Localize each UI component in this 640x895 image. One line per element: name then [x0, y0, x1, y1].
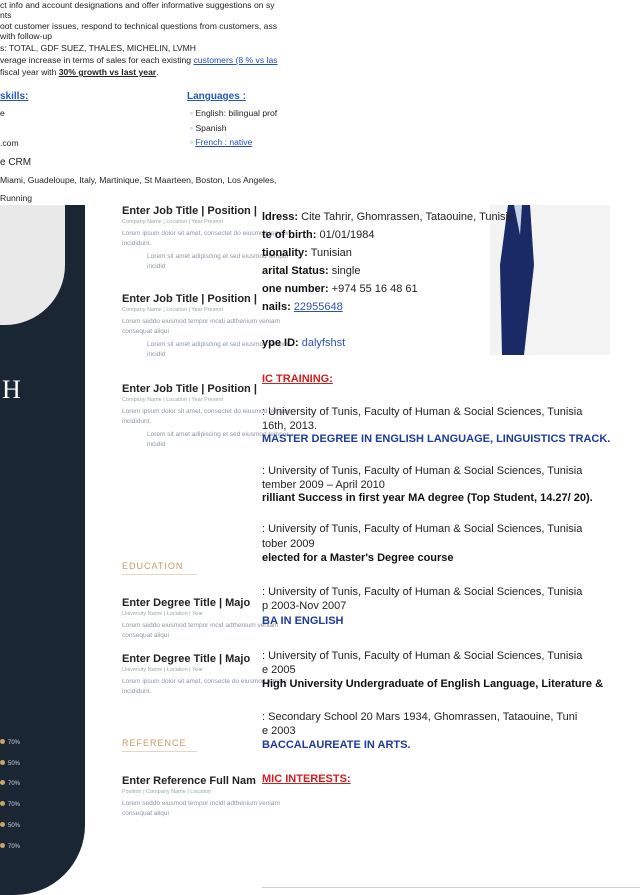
address-label: ldress:	[262, 211, 299, 223]
skype-value: dalyfshst	[298, 337, 346, 349]
marital-line: arital Status: single	[262, 265, 360, 277]
language-text: English: bilingual prof	[195, 108, 278, 118]
phone-line: one number: +974 55 16 48 61	[262, 283, 418, 295]
birth-value: 01/01/1984	[316, 229, 375, 241]
language-item: ◦ English: bilingual prof	[190, 108, 278, 118]
training-date: e 2003	[262, 725, 296, 737]
cv-personal-info: ldress: Cite Tahrir, Ghomrassen, Tataoui…	[262, 205, 640, 895]
skype-label: ype ID:	[262, 337, 299, 349]
training-institution: : University of Tunis, Faculty of Human …	[262, 586, 583, 598]
emails-label: nails:	[262, 301, 291, 313]
training-degree: BACCALAUREATE IN ARTS.	[262, 739, 411, 751]
name-initial: H	[2, 375, 22, 404]
training-degree: MASTER DEGREE IN ENGLISH LANGUAGE, LINGU…	[262, 433, 611, 445]
skill-percent: 70%	[8, 740, 21, 746]
text-line: nts	[0, 10, 12, 20]
growth-highlight: 30% growth vs last year	[58, 67, 157, 77]
skill-item: e	[0, 108, 5, 118]
text-segment: fiscal year with	[0, 67, 59, 77]
address-line: ldress: Cite Tahrir, Ghomrassen, Tataoui…	[262, 211, 514, 223]
training-institution: : Secondary School 20 Mars 1934, Ghomras…	[262, 711, 578, 723]
emails-link[interactable]: 22955648	[294, 301, 343, 313]
customers-link[interactable]: customers	[193, 55, 233, 65]
marital-value: single	[328, 265, 361, 277]
training-date: p 2003-Nov 2007	[262, 600, 347, 612]
text-line: fiscal year with 30% growth vs last year…	[0, 67, 159, 78]
birth-line: te of birth: 01/01/1984	[262, 229, 375, 241]
divider	[262, 887, 640, 888]
resume-template: H 70% 50% 70% 70% 50% 70% Enter Job Titl…	[0, 205, 300, 895]
resume-excerpt-top: ct info and account designations and off…	[0, 0, 278, 205]
text-line: with follow-up	[0, 31, 53, 41]
training-institution: : University of Tunis, Faculty of Human …	[262, 465, 583, 477]
skill-level: 50%	[0, 760, 20, 767]
hobby-line: Running	[0, 193, 33, 203]
skype-line: ype ID: dalyfshst	[262, 337, 345, 349]
address-value: Cite Tahrir, Ghomrassen, Tataouine, Tuni…	[298, 211, 515, 223]
interests-heading: MIC INTERESTS:	[262, 773, 351, 785]
phone-value: +974 55 16 48 61	[328, 283, 418, 295]
emails-line: nails: 22955648	[262, 301, 343, 313]
phone-label: one number:	[262, 283, 329, 295]
text-segment: (8 % vs las	[233, 55, 278, 65]
training-institution: : University of Tunis, Faculty of Human …	[262, 650, 583, 662]
text-segment: verage increase in terms of sales for ea…	[0, 55, 192, 65]
marital-label: arital Status:	[262, 265, 329, 277]
nationality-line: tionality: Tunisian	[262, 247, 352, 259]
skill-level: 70%	[0, 801, 20, 808]
text-line: ct info and account designations and off…	[0, 0, 275, 10]
training-date: tember 2009 – April 2010	[262, 479, 385, 491]
places-line: Miami, Guadeloupe, Italy, Martinique, St…	[0, 175, 277, 185]
education-heading: EDUCATION	[122, 561, 197, 575]
person-photo-shape	[490, 205, 610, 355]
skill-percent: 70%	[8, 802, 21, 808]
reference-heading: REFERENCE	[122, 738, 197, 752]
skill-percent: 70%	[8, 844, 21, 850]
language-item: ◦ French : native	[190, 137, 253, 147]
training-institution: : University of Tunis, Faculty of Human …	[262, 523, 583, 535]
skill-item: .com	[0, 138, 19, 148]
languages-heading: Languages :	[187, 91, 246, 102]
text-segment: .	[156, 67, 159, 77]
skill-level: 70%	[0, 780, 20, 787]
skills-heading: skills:	[0, 91, 29, 102]
training-degree: High University Undergraduate of English…	[262, 678, 604, 690]
skill-level: 70%	[0, 739, 20, 746]
training-heading: IC TRAINING:	[262, 373, 333, 385]
training-degree: elected for a Master's Degree course	[262, 552, 454, 564]
training-degree: BA IN ENGLISH	[262, 615, 344, 627]
training-date: e 2005	[262, 664, 296, 676]
person-photo	[490, 205, 610, 355]
birth-label: te of birth:	[262, 229, 317, 241]
training-degree: rilliant Success in first year MA degree…	[262, 492, 593, 504]
training-date: 16th, 2013.	[262, 420, 318, 432]
text-line: verage increase in terms of sales for ea…	[0, 55, 278, 66]
training-date: tober 2009	[262, 538, 315, 550]
skill-level: 70%	[0, 843, 20, 850]
training-institution: : University of Tunis, Faculty of Human …	[262, 406, 583, 418]
skill-percent: 50%	[8, 761, 21, 767]
language-text: Spanish	[195, 123, 227, 133]
language-text: French : native	[195, 137, 253, 147]
nationality-label: tionality:	[262, 247, 308, 259]
language-item: ◦ Spanish	[190, 123, 227, 133]
skill-level: 50%	[0, 822, 20, 829]
skill-item: e CRM	[0, 157, 32, 168]
skill-percent: 70%	[8, 781, 21, 787]
nationality-value: Tunisian	[307, 247, 352, 259]
text-line: s: TOTAL, GDF SUEZ, THALES, MICHELIN, LV…	[0, 43, 196, 53]
skill-percent: 50%	[8, 823, 21, 829]
